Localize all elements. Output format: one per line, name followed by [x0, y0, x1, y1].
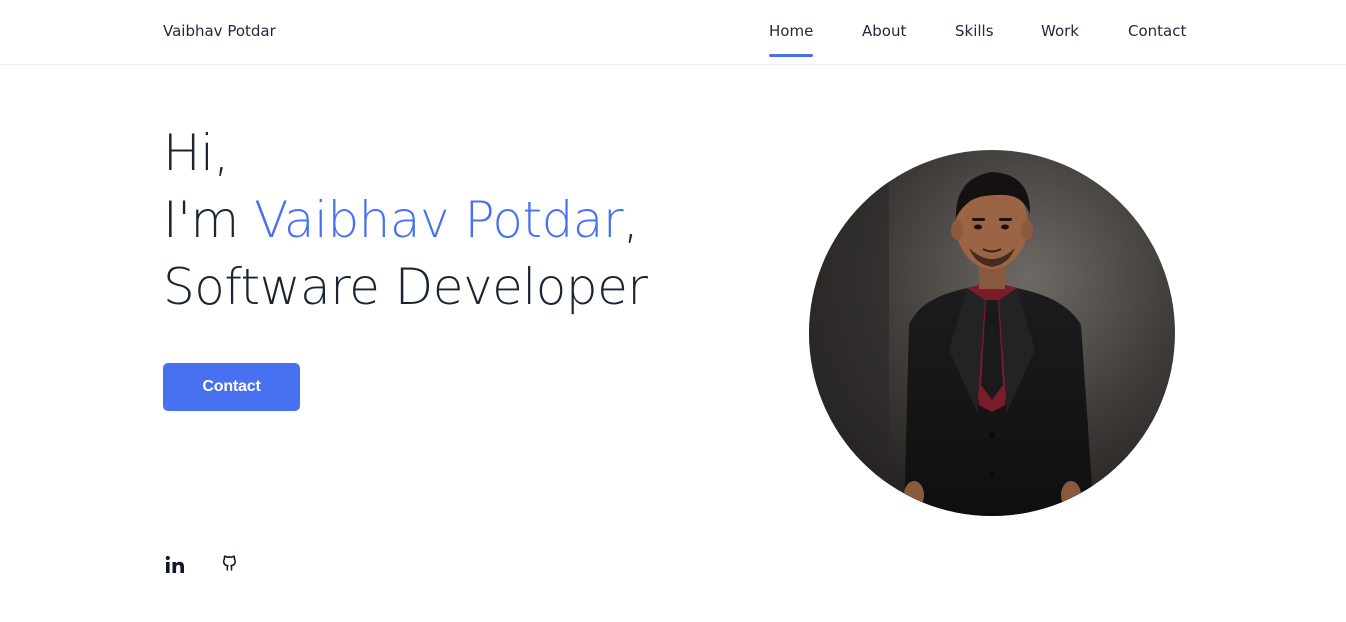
hero-intro: I'm [163, 191, 255, 249]
contact-button[interactable]: Contact [163, 363, 300, 411]
hero-name: Vaibhav Potdar [254, 191, 623, 249]
nav-about[interactable]: About [862, 22, 906, 40]
nav-home[interactable]: Home [769, 22, 814, 57]
linkedin-icon[interactable] [163, 553, 187, 577]
profile-photo [809, 150, 1175, 516]
site-logo[interactable]: Vaibhav Potdar [163, 22, 276, 40]
nav-contact[interactable]: Contact [1128, 22, 1186, 40]
hero-greeting: Hi, [163, 124, 229, 182]
hero-role: Software Developer [163, 258, 648, 316]
nav-skills[interactable]: Skills [955, 22, 994, 40]
github-icon[interactable] [219, 553, 243, 577]
site-header: Vaibhav Potdar Home About Skills Work Co… [0, 0, 1346, 65]
hero-title: Hi, I'm Vaibhav Potdar, Software Develop… [163, 120, 648, 321]
nav-work[interactable]: Work [1041, 22, 1079, 40]
hero-comma: , [623, 191, 639, 249]
